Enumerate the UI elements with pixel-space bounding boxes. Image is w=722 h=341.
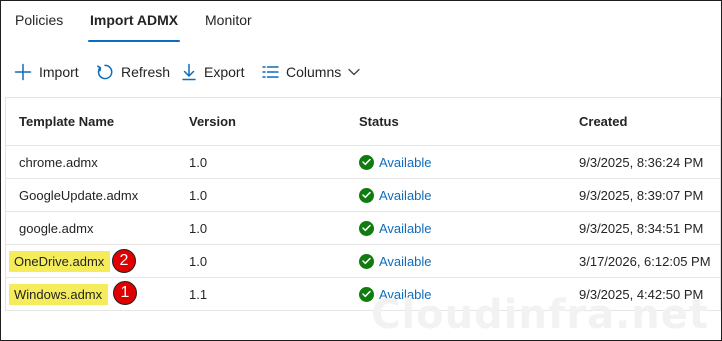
tab-monitor[interactable]: Monitor: [205, 12, 252, 28]
refresh-icon: [96, 63, 114, 81]
template-version: 1.1: [189, 286, 208, 302]
column-header-created[interactable]: Created: [579, 98, 627, 145]
created-date: 9/3/2025, 8:34:51 PM: [579, 220, 704, 236]
template-name: chrome.admx: [19, 154, 98, 170]
template-version: 1.0: [189, 187, 208, 203]
column-header-template-name[interactable]: Template Name: [19, 98, 114, 145]
status-cell: Available: [359, 179, 432, 211]
checkmark-icon: [359, 253, 374, 269]
download-icon: [181, 63, 197, 81]
template-version: 1.0: [189, 253, 208, 269]
template-name-cell: OneDrive.admx: [9, 245, 111, 277]
table-row[interactable]: google.admx 1.0 Available 9/3/2025, 8:34…: [6, 212, 720, 245]
table-row[interactable]: GoogleUpdate.admx 1.0 Available 9/3/2025…: [6, 179, 720, 212]
status-cell: Available: [359, 245, 432, 277]
template-name-highlighted: Windows.admx: [9, 283, 109, 305]
status-cell: Available: [359, 212, 432, 244]
command-bar: Import Refresh Export Columns: [1, 59, 721, 85]
status-link[interactable]: Available: [379, 221, 432, 236]
tab-import-admx[interactable]: Import ADMX: [90, 12, 178, 28]
template-version: 1.0: [189, 220, 208, 236]
created-date: 3/17/2026, 6:12:05 PM: [579, 253, 711, 269]
refresh-button[interactable]: Refresh: [96, 59, 170, 85]
column-header-version[interactable]: Version: [189, 98, 236, 145]
checkmark-icon: [359, 187, 374, 203]
checkmark-icon: [359, 220, 374, 236]
table-row[interactable]: OneDrive.admx 2 1.0 Available 3/17/2026,…: [6, 245, 720, 278]
import-label: Import: [39, 64, 79, 80]
columns-button[interactable]: Columns: [262, 59, 360, 85]
export-button[interactable]: Export: [181, 59, 244, 85]
template-name: GoogleUpdate.admx: [19, 187, 139, 203]
step-badge: 2: [112, 249, 136, 273]
template-version: 1.0: [189, 154, 208, 170]
template-name: google.admx: [19, 220, 94, 236]
add-icon: [14, 63, 32, 81]
refresh-label: Refresh: [121, 64, 171, 80]
created-date: 9/3/2025, 8:36:24 PM: [579, 154, 704, 170]
active-tab-indicator: [88, 40, 180, 42]
watermark: Cloudinfra.net: [371, 292, 709, 338]
column-header-status[interactable]: Status: [359, 98, 399, 145]
created-date: 9/3/2025, 8:39:07 PM: [579, 187, 704, 203]
table-row[interactable]: chrome.admx 1.0 Available 9/3/2025, 8:36…: [6, 146, 720, 179]
columns-label: Columns: [286, 64, 342, 80]
status-cell: Available: [359, 146, 432, 178]
tab-policies[interactable]: Policies: [15, 12, 63, 28]
template-name-highlighted: OneDrive.admx: [9, 250, 111, 272]
table-header: Template Name Version Status Created: [6, 98, 720, 146]
columns-list-icon: [262, 65, 279, 79]
tab-bar: Policies Import ADMX Monitor: [1, 1, 721, 45]
template-name-cell: Windows.admx: [9, 278, 109, 310]
export-label: Export: [204, 64, 245, 80]
step-badge: 1: [113, 281, 137, 305]
checkmark-icon: [359, 154, 374, 170]
import-button[interactable]: Import: [14, 59, 79, 85]
chevron-down-icon: [348, 68, 360, 76]
status-link[interactable]: Available: [379, 188, 432, 203]
status-link[interactable]: Available: [379, 254, 432, 269]
admx-templates-table: Template Name Version Status Created chr…: [5, 97, 721, 311]
status-link[interactable]: Available: [379, 155, 432, 170]
